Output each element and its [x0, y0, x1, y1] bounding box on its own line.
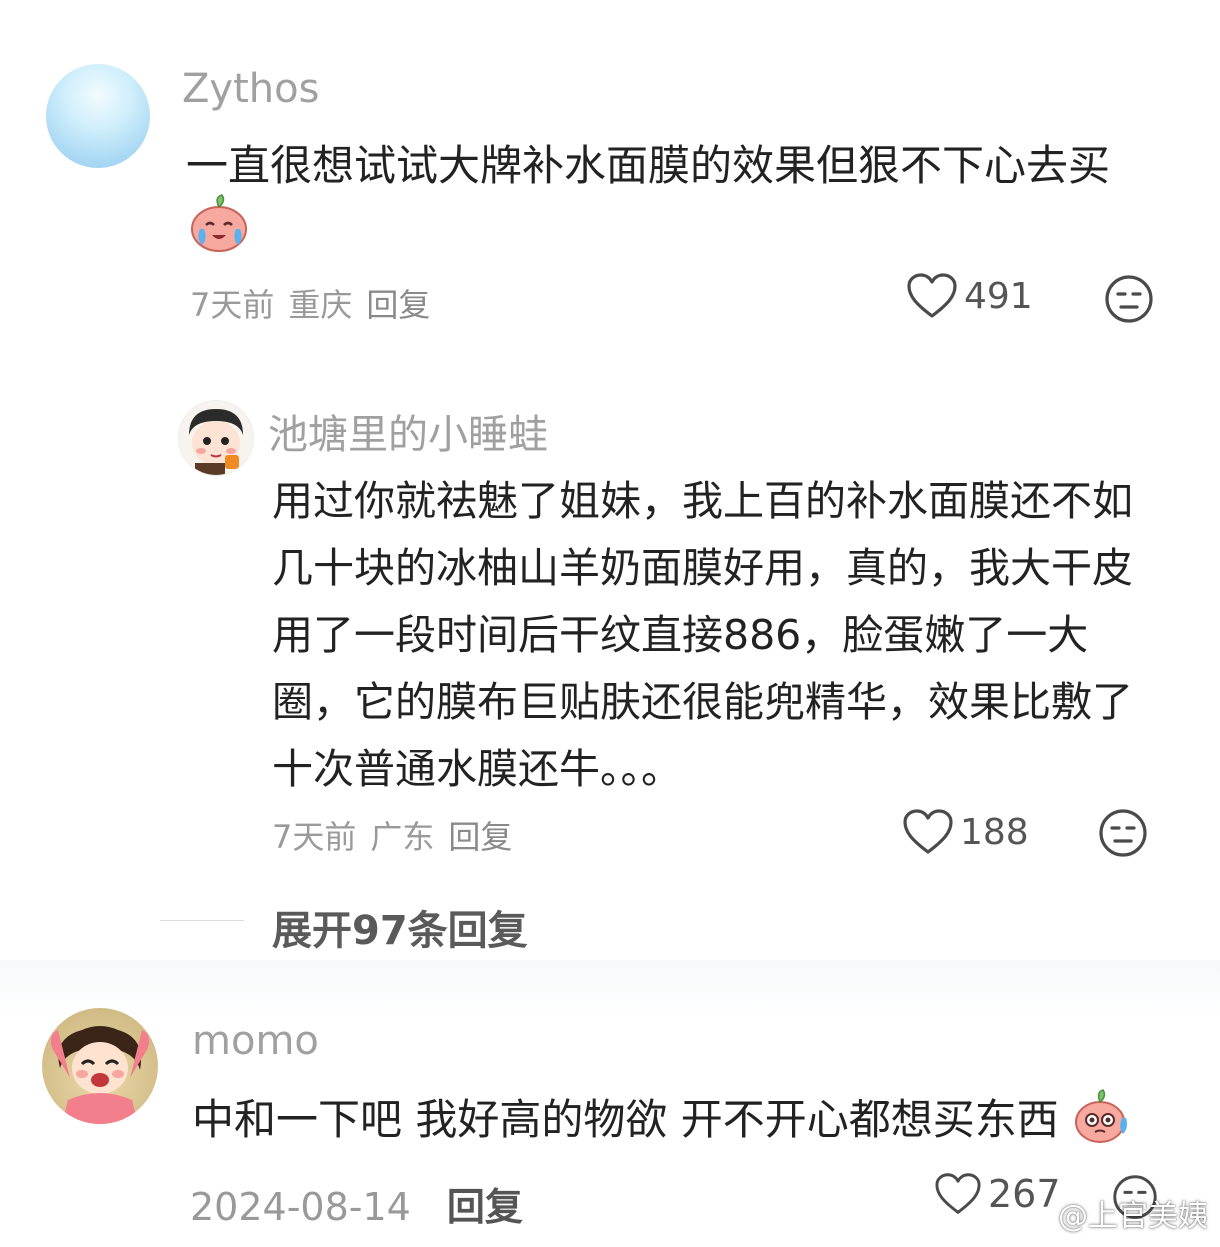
meh-face-icon	[1099, 809, 1147, 857]
like-button[interactable]: 188	[902, 808, 1029, 856]
reply-button[interactable]: 回复	[447, 1185, 523, 1229]
comment-body: 一直很想试试大牌补水面膜的效果但狠不下心去买	[186, 141, 1111, 190]
comment-text: 一直很想试试大牌补水面膜的效果但狠不下心去买	[186, 138, 1166, 266]
comment-time: 2024-08-14	[190, 1185, 411, 1229]
like-count: 267	[988, 1172, 1061, 1216]
username[interactable]: Zythos	[182, 66, 319, 112]
comment-meta: 7天前 广东 回复	[272, 812, 526, 858]
watermark: @上官美姨	[1058, 1199, 1208, 1234]
heart-outline-icon	[935, 1173, 981, 1214]
sweating-peach-emoji	[1072, 1088, 1130, 1157]
expand-divider	[160, 920, 244, 921]
reply-button[interactable]: 回复	[366, 286, 430, 324]
comment-body: 中和一下吧 我好高的物欲 开不开心都想买东西	[192, 1095, 1059, 1145]
username[interactable]: 池塘里的小睡蛙	[268, 402, 548, 460]
avatar[interactable]	[42, 1008, 158, 1124]
like-count: 188	[960, 811, 1029, 853]
like-button[interactable]: 267	[934, 1172, 1061, 1216]
comment-location: 重庆	[288, 286, 353, 324]
like-count: 491	[964, 275, 1033, 317]
dislike-button[interactable]	[1098, 808, 1148, 862]
avatar[interactable]	[46, 64, 150, 168]
comment-meta: 2024-08-14 回复	[190, 1176, 537, 1231]
heart-outline-icon	[907, 273, 957, 318]
username[interactable]: momo	[192, 1018, 319, 1064]
meh-face-icon	[1105, 275, 1153, 323]
crying-peach-emoji	[186, 193, 252, 266]
heart-outline-icon	[903, 809, 953, 854]
like-button[interactable]: 491	[906, 272, 1033, 320]
comment-thread: Zythos 一直很想试试大牌补水面膜的效果但狠不下心去买 7天前 重庆 回复 49…	[0, 0, 1220, 1247]
dislike-button[interactable]	[1104, 274, 1154, 328]
avatar[interactable]	[178, 400, 254, 476]
comment-text: 中和一下吧 我好高的物欲 开不开心都想买东西	[192, 1088, 1182, 1157]
comment-meta: 7天前 重庆 回复	[190, 280, 444, 326]
comment-time: 7天前	[190, 286, 275, 324]
comment-location: 广东	[370, 818, 435, 856]
expand-replies-button[interactable]: 展开97条回复	[272, 898, 528, 956]
comment-text: 用过你就祛魅了姐妹，我上百的补水面膜还不如几十块的冰柚山羊奶面膜好用，真的，我大…	[272, 477, 1133, 793]
comment-time: 7天前	[272, 818, 357, 856]
reply-button[interactable]: 回复	[448, 818, 512, 856]
